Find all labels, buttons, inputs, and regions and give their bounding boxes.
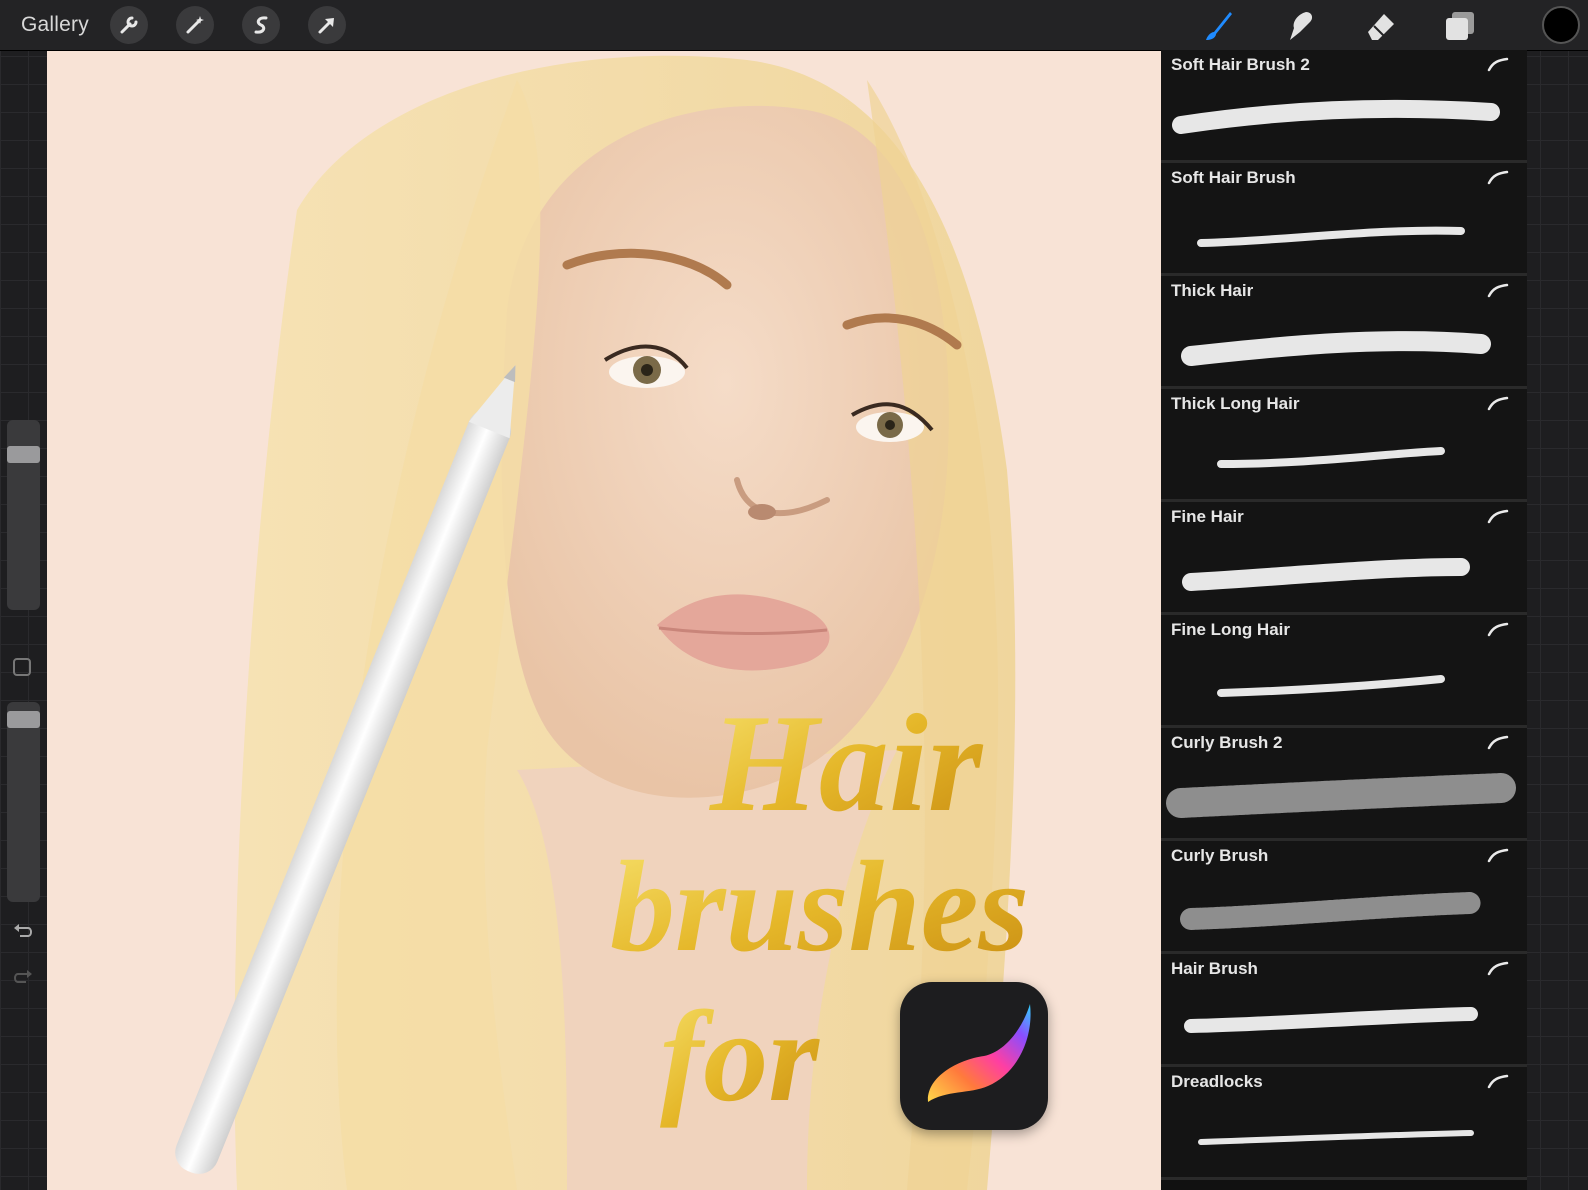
brush-settings-icon[interactable]: [1487, 1073, 1509, 1089]
brush-settings-icon[interactable]: [1487, 621, 1509, 637]
brush-settings-icon[interactable]: [1487, 56, 1509, 72]
gallery-button[interactable]: Gallery: [21, 13, 89, 37]
brush-item[interactable]: Curly Brush: [1161, 841, 1527, 954]
brush-size-slider[interactable]: [7, 420, 40, 610]
left-sidebar: [0, 420, 46, 1010]
actions-button[interactable]: [110, 6, 148, 44]
brush-library-panel: Soft Hair Brush 2 Soft Hair Brush Thick Ha…: [1161, 50, 1527, 1190]
headline-line-2: brushes: [610, 835, 1029, 979]
headline-line-3: for: [660, 985, 820, 1129]
procreate-app-logo: [900, 982, 1048, 1130]
brush-opacity-thumb[interactable]: [7, 711, 40, 729]
headline-line-1: Hair: [708, 686, 984, 841]
brush-settings-icon[interactable]: [1487, 734, 1509, 750]
smudge-icon: [1290, 12, 1313, 40]
redo-icon[interactable]: [12, 966, 34, 988]
brush-item[interactable]: Curly Brush 2: [1161, 728, 1527, 841]
selection-button[interactable]: [242, 6, 280, 44]
brush-stroke-preview: [1197, 226, 1465, 247]
smudge-tool-button[interactable]: [1282, 8, 1318, 44]
brush-opacity-slider[interactable]: [7, 702, 40, 902]
brush-stroke-preview: [1184, 1007, 1478, 1033]
brush-item[interactable]: Hair Brush: [1161, 954, 1527, 1067]
panel-edge: [1527, 50, 1588, 1190]
transform-button[interactable]: [308, 6, 346, 44]
selection-icon: [254, 16, 268, 34]
brush-settings-icon[interactable]: [1487, 508, 1509, 524]
brush-settings-icon[interactable]: [1487, 282, 1509, 298]
brush-stroke-preview: [1166, 773, 1516, 818]
modify-button[interactable]: [13, 658, 31, 676]
brush-stroke-preview: [1181, 331, 1491, 366]
wrench-icon: [120, 16, 138, 34]
brush-item[interactable]: Dreadlocks: [1161, 1067, 1527, 1180]
layers-icon: [1446, 12, 1474, 40]
brush-icon: [1206, 12, 1232, 40]
brush-item[interactable]: Soft Hair Brush 2: [1161, 50, 1527, 163]
eraser-tool-button[interactable]: [1362, 8, 1398, 44]
brush-settings-icon[interactable]: [1487, 169, 1509, 185]
layers-button[interactable]: [1442, 8, 1478, 44]
brush-size-thumb[interactable]: [7, 445, 40, 463]
transform-arrow-icon: [318, 18, 334, 34]
brush-settings-icon[interactable]: [1487, 395, 1509, 411]
brush-item[interactable]: Fine Hair: [1161, 502, 1527, 615]
brush-stroke-preview: [1198, 1130, 1474, 1145]
brush-item[interactable]: Soft Hair Brush: [1161, 163, 1527, 276]
brush-item[interactable]: Fine Long Hair: [1161, 615, 1527, 728]
brush-stroke-preview: [1172, 99, 1500, 134]
brush-item[interactable]: Thick Long Hair: [1161, 389, 1527, 502]
magic-wand-icon: [186, 16, 204, 34]
undo-icon[interactable]: [12, 920, 34, 942]
eraser-icon: [1368, 14, 1394, 40]
brush-settings-icon[interactable]: [1487, 960, 1509, 976]
adjustments-button[interactable]: [176, 6, 214, 44]
brush-settings-icon[interactable]: [1487, 847, 1509, 863]
brush-stroke-preview: [1182, 558, 1470, 591]
brush-stroke-preview: [1217, 675, 1445, 697]
brush-item[interactable]: Thick Hair: [1161, 276, 1527, 389]
color-picker-button[interactable]: [1542, 6, 1580, 44]
brush-stroke-preview: [1217, 447, 1445, 468]
procreate-logo-icon: [927, 1004, 1031, 1102]
top-toolbar: Gallery: [0, 0, 1588, 50]
brush-stroke-preview: [1180, 892, 1482, 930]
brush-tool-button[interactable]: [1200, 8, 1236, 44]
